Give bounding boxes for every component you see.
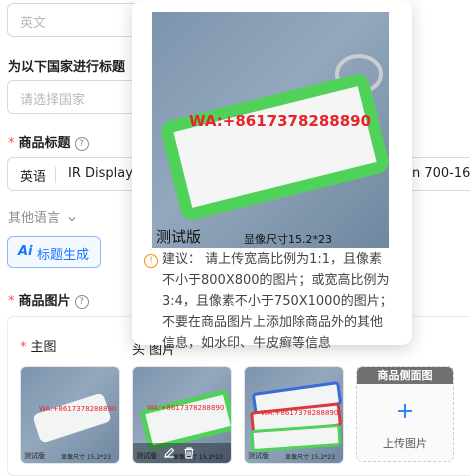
chevron-down-icon <box>68 216 76 221</box>
product-image-thumbnail[interactable]: WA:+8617378288890 测试版 显像尺寸 15.2*23 <box>244 366 344 464</box>
tag-shape <box>139 388 231 452</box>
thumbnail-size: 显像尺寸 15.2*23 <box>285 454 335 461</box>
title-value-right: n 700-160 <box>412 166 470 181</box>
ai-title-generate-button[interactable]: Ai 标题生成 <box>7 236 101 268</box>
warning-icon: ! <box>144 254 158 268</box>
tooltip-line: 信息，如水印、牛皮癣等信息 <box>162 336 332 351</box>
tag-shape <box>158 71 389 223</box>
tooltip-preview-image: WA:+8617378288890 测试版 显像尺寸15.2*23 <box>152 12 389 248</box>
plus-icon <box>398 404 412 418</box>
side-image-upload[interactable]: 商品侧面图 上传图片 <box>356 366 454 462</box>
images-section-label: * 商品图片? <box>8 290 89 309</box>
language-divider <box>55 167 56 183</box>
tooltip-text: 建议： 请上传宽高比例为1:1，且像素 不小于800X800的图片；或宽高比例为… <box>162 249 407 354</box>
title-language[interactable]: 英语 <box>20 166 46 185</box>
tooltip-watermark: WA:+8617378288890 <box>189 112 372 130</box>
thumbnail-watermark: WA:+8617378288890 <box>147 404 225 412</box>
tooltip-line: 建议： 请上传宽高比例为1:1，且像素 <box>162 252 383 267</box>
english-input[interactable]: 英文 <box>7 3 147 37</box>
thumbnail-caption: 测试版 <box>24 452 45 460</box>
tooltip-preview-caption: 测试版 <box>156 228 202 246</box>
required-mark: * <box>8 294 15 309</box>
country-section-label: 为以下国家进行标题 <box>8 60 126 75</box>
upload-label: 上传图片 <box>383 437 427 450</box>
main-image-label: * 主图 <box>20 340 57 355</box>
product-image-thumbnail[interactable]: WA:+8617378288890 测试版 显像尺寸 15.2*23 <box>132 366 232 464</box>
ai-icon: Ai <box>18 244 33 259</box>
tooltip-line: 3:4，且像素不小于750X1000的图片； <box>162 294 393 309</box>
side-image-header: 商品侧面图 <box>357 367 453 384</box>
help-icon[interactable]: ? <box>74 294 89 309</box>
thumbnail-watermark: WA:+8617378288890 <box>261 409 339 417</box>
tooltip-preview-size: 显像尺寸15.2*23 <box>244 233 332 246</box>
ai-button-label: 标题生成 <box>37 248 90 263</box>
required-mark: * <box>8 136 15 151</box>
thumbnail-watermark: WA:+8617378288890 <box>39 405 117 413</box>
edit-icon[interactable] <box>162 446 176 460</box>
title-section-label: * 商品标题? <box>8 132 89 151</box>
help-icon[interactable]: ? <box>74 136 89 151</box>
tooltip-line: 不小于800X800的图片；或宽高比例为 <box>162 273 390 288</box>
thumbnail-size: 显像尺寸 15.2*23 <box>61 454 111 461</box>
product-image-thumbnail[interactable]: WA:+8617378288890 测试版 显像尺寸 15.2*23 <box>20 366 120 464</box>
country-select[interactable]: 请选择国家 <box>7 80 147 114</box>
title-value-left: IR Display <box>68 166 133 181</box>
image-guideline-tooltip: WA:+8617378288890 测试版 显像尺寸15.2*23 ! 建议： … <box>132 0 412 351</box>
thumbnail-caption: 测试版 <box>248 452 269 460</box>
tooltip-line: 不要在商品图片上添加除商品外的其他 <box>162 315 384 330</box>
country-select-placeholder: 请选择国家 <box>20 93 86 108</box>
english-input-placeholder: 英文 <box>20 16 47 31</box>
other-language-toggle[interactable]: 其他语言 <box>8 207 77 226</box>
trash-icon[interactable] <box>182 446 196 460</box>
tag-shape <box>32 392 112 444</box>
